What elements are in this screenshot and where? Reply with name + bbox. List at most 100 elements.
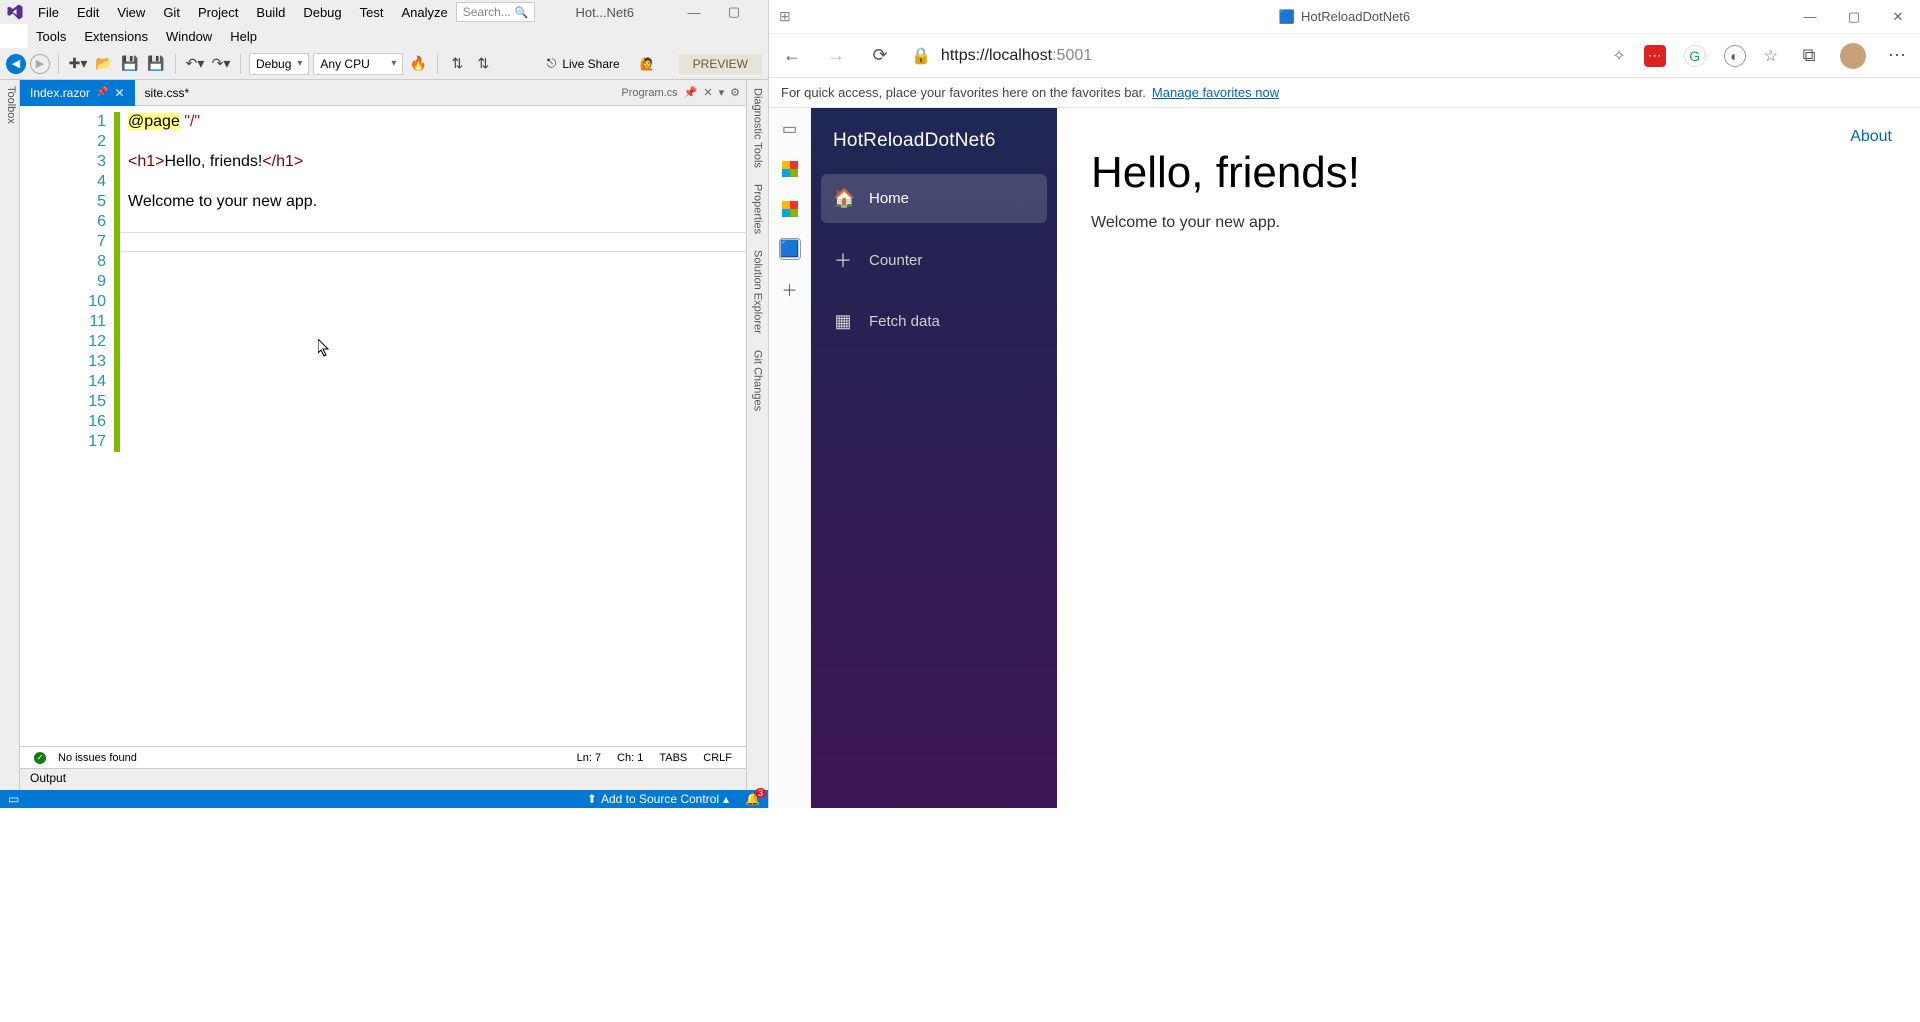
col-indicator[interactable]: Ch: 1	[617, 752, 643, 764]
liveshare-label[interactable]: Live Share	[562, 57, 619, 71]
text-content: Hello, friends!	[164, 153, 262, 170]
nav-counter[interactable]: ＋ Counter	[821, 233, 1047, 287]
profile-avatar[interactable]	[1840, 43, 1866, 69]
step-icon2[interactable]: ⇅	[472, 53, 494, 75]
dropdown-icon[interactable]: ▾	[719, 86, 725, 99]
open-icon[interactable]: 📂	[93, 53, 115, 75]
menu-project[interactable]: Project	[190, 2, 246, 23]
sidebar-tab-icon[interactable]: ▭	[779, 118, 801, 140]
vs-search-box[interactable]: Search...	[456, 2, 536, 22]
pin-icon[interactable]: 📌	[96, 87, 108, 98]
output-panel-header[interactable]: Output	[20, 768, 746, 790]
toolbox-panel[interactable]: Toolbox	[0, 80, 20, 790]
redo-icon[interactable]: ↷▾	[210, 53, 232, 75]
collections-icon[interactable]: ⧉	[1796, 43, 1822, 69]
manage-favorites-link[interactable]: Manage favorites now	[1152, 85, 1279, 100]
config-dropdown[interactable]: Debug	[249, 53, 309, 75]
browser-menu-icon[interactable]: ⋯	[1884, 43, 1910, 69]
step-icon[interactable]: ⇅	[446, 53, 468, 75]
nav-back-button[interactable]: ◀	[6, 54, 26, 74]
browser-forward-button[interactable]: →	[823, 43, 849, 69]
menu-window[interactable]: Window	[158, 26, 220, 47]
nav-fetchdata[interactable]: ▦ Fetch data	[821, 297, 1047, 346]
pin-icon[interactable]: 📌	[684, 86, 698, 99]
about-link[interactable]: About	[1850, 128, 1892, 146]
editor-statusbar: ✓ No issues found Ln: 7 Ch: 1 TABS CRLF	[20, 746, 746, 768]
vs-bottom-icon[interactable]: ▭	[8, 792, 19, 806]
menu-file[interactable]: File	[30, 2, 67, 23]
notifications-icon[interactable]: 🔔3	[745, 792, 760, 806]
platform-dropdown[interactable]: Any CPU	[313, 53, 403, 75]
hot-reload-icon[interactable]: 🔥	[407, 53, 429, 75]
tab-label: site.css*	[145, 86, 190, 100]
vs-maximize-button[interactable]: ▢	[714, 0, 754, 24]
vs-minimize-button[interactable]: —	[674, 0, 714, 24]
nav-home[interactable]: 🏠 Home	[821, 174, 1047, 223]
menu-extensions[interactable]: Extensions	[76, 26, 156, 47]
favorites-hint: For quick access, place your favorites h…	[781, 85, 1146, 100]
panel-diagnostic[interactable]: Diagnostic Tools	[750, 80, 766, 176]
panel-git-changes[interactable]: Git Changes	[750, 342, 766, 419]
ok-icon: ✓	[34, 752, 46, 764]
favorites-bar: For quick access, place your favorites h…	[769, 78, 1920, 108]
save-all-icon[interactable]: 💾	[145, 53, 167, 75]
sidebar-ms-icon[interactable]	[779, 158, 801, 180]
browser-close-button[interactable]: ✕	[1876, 0, 1920, 34]
close-tab-icon[interactable]: ✕	[703, 86, 712, 99]
browser-refresh-button[interactable]: ⟳	[867, 43, 893, 69]
chevron-up-icon[interactable]: ▴	[723, 792, 729, 806]
liveshare-icon[interactable]: ⎋	[547, 56, 557, 71]
code-editor[interactable]: @page "/" <h1>Hello, friends!</h1> Welco…	[120, 106, 746, 746]
nav-forward-button[interactable]: ▶	[30, 54, 50, 74]
line-indicator[interactable]: Ln: 7	[577, 752, 601, 764]
gear-icon[interactable]: ⚙	[730, 86, 740, 99]
sidebar-add-icon[interactable]: ＋	[779, 278, 801, 300]
edge-sidebar: ▭ 🟦 ＋	[769, 108, 811, 808]
sidebar-ms-icon2[interactable]	[779, 198, 801, 220]
app-content: About Hello, friends! Welcome to your ne…	[1057, 108, 1920, 808]
indent-indicator[interactable]: TABS	[659, 752, 687, 764]
browser-back-button[interactable]: ←	[779, 43, 805, 69]
vs-main-menu: File Edit View Git Project Build Debug T…	[30, 2, 456, 23]
tracking-icon[interactable]: ✧	[1612, 46, 1625, 66]
menu-debug[interactable]: Debug	[295, 2, 349, 23]
browser-toolbar: ← → ⟳ 🔒 https://localhost:5001 ✧ ⋯ G ◐ ☆…	[769, 34, 1920, 78]
menu-help[interactable]: Help	[222, 26, 265, 47]
save-icon[interactable]: 💾	[119, 53, 141, 75]
panel-solution-explorer[interactable]: Solution Explorer	[750, 242, 766, 342]
browser-maximize-button[interactable]: ▢	[1832, 0, 1876, 34]
browser-minimize-button[interactable]: —	[1788, 0, 1832, 34]
visual-studio-window: File Edit View Git Project Build Debug T…	[0, 0, 768, 808]
close-tab-icon[interactable]: ✕	[114, 86, 124, 100]
menu-tools[interactable]: Tools	[28, 26, 74, 47]
plus-icon: ＋	[833, 247, 853, 273]
tab-index-razor[interactable]: Index.razor 📌 ✕	[20, 80, 135, 106]
url-port: :5001	[1052, 47, 1092, 64]
menu-edit[interactable]: Edit	[69, 2, 107, 23]
menu-build[interactable]: Build	[248, 2, 293, 23]
extension-lastpass-icon[interactable]: ⋯	[1644, 45, 1666, 67]
nav-label: Home	[869, 190, 909, 207]
menu-test[interactable]: Test	[352, 2, 392, 23]
extension-grammarly-icon[interactable]: G	[1684, 45, 1706, 67]
new-item-icon[interactable]: ✚▾	[67, 53, 89, 75]
feedback-icon[interactable]: 🙋	[640, 57, 655, 71]
sidebar-current-icon[interactable]: 🟦	[779, 238, 801, 260]
eol-indicator[interactable]: CRLF	[703, 752, 732, 764]
address-bar[interactable]: 🔒 https://localhost:5001	[911, 46, 1594, 66]
tab-site-css[interactable]: site.css*	[135, 80, 200, 106]
tab-actions-icon[interactable]: ⊞	[779, 8, 791, 25]
tab-program-cs[interactable]: Program.cs	[621, 87, 677, 99]
editor-tabstrip: Index.razor 📌 ✕ site.css* Program.cs 📌 ✕…	[20, 80, 746, 106]
panel-properties[interactable]: Properties	[750, 176, 766, 242]
menu-analyze[interactable]: Analyze	[393, 2, 455, 23]
issues-label[interactable]: No issues found	[58, 752, 137, 764]
menu-git[interactable]: Git	[155, 2, 188, 23]
favorite-icon[interactable]: ☆	[1764, 46, 1778, 66]
source-control-button[interactable]: Add to Source Control	[601, 792, 719, 806]
undo-icon[interactable]: ↶▾	[184, 53, 206, 75]
line-number-gutter: 1234567891011121314151617	[20, 106, 120, 746]
menu-view[interactable]: View	[109, 2, 153, 23]
nav-label: Counter	[869, 252, 922, 269]
extension-circle-icon[interactable]: ◐	[1724, 45, 1746, 67]
